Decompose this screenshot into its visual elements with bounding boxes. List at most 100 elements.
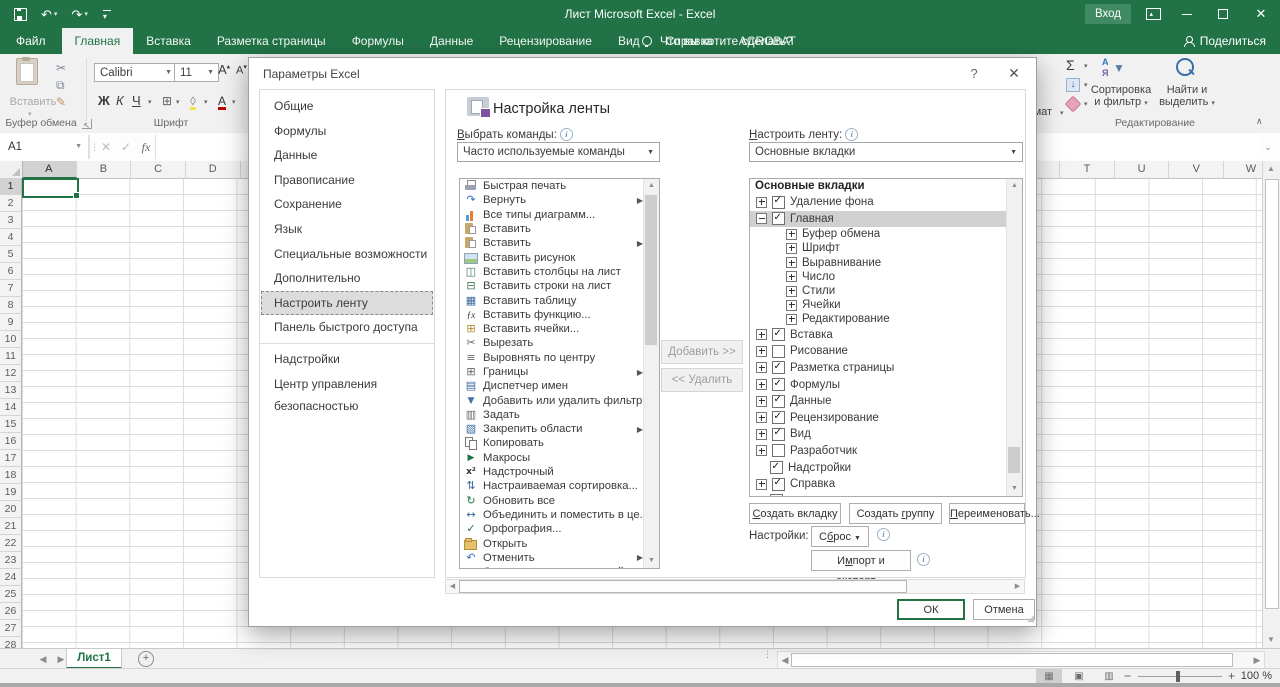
- clear-dropdown-icon[interactable]: ▾: [1084, 100, 1088, 108]
- command-item[interactable]: Задать: [460, 408, 646, 422]
- row-header[interactable]: 18: [0, 467, 22, 484]
- row-header[interactable]: 21: [0, 518, 22, 535]
- column-header[interactable]: A: [22, 161, 77, 178]
- dialog-help-button[interactable]: ?: [963, 63, 985, 85]
- command-item[interactable]: Настраиваемая сортировка...: [460, 479, 646, 493]
- expand-icon[interactable]: [756, 197, 767, 208]
- font-color-dropdown-icon[interactable]: ▾: [232, 98, 236, 106]
- underline-dropdown-icon[interactable]: ▾: [148, 98, 152, 106]
- column-header[interactable]: D: [186, 161, 241, 178]
- command-item[interactable]: Добавить или удалить фильтры: [460, 393, 646, 407]
- tree-item[interactable]: Удаление фона: [750, 194, 1008, 211]
- checkbox[interactable]: [772, 395, 785, 408]
- row-header[interactable]: 19: [0, 484, 22, 501]
- row-header[interactable]: 1: [0, 178, 22, 195]
- row-header[interactable]: 20: [0, 501, 22, 518]
- grow-font-button[interactable]: А▴: [218, 62, 230, 77]
- command-item[interactable]: Закрепить области▶: [460, 422, 646, 436]
- nav-item[interactable]: Надстройки: [261, 347, 433, 372]
- command-item[interactable]: Вставить рисунок: [460, 250, 646, 264]
- expand-icon[interactable]: [756, 429, 767, 440]
- tree-item[interactable]: Рисование: [750, 343, 1008, 360]
- page-layout-view-icon[interactable]: ▣: [1066, 669, 1092, 684]
- insert-function-icon[interactable]: fx: [136, 135, 156, 159]
- expand-icon[interactable]: [756, 362, 767, 373]
- column-header[interactable]: T: [1060, 161, 1115, 178]
- scroll-up-icon[interactable]: ▲: [644, 179, 659, 193]
- command-item[interactable]: Объединить и поместить в це...: [460, 508, 646, 522]
- column-header[interactable]: V: [1169, 161, 1224, 178]
- zoom-slider-track[interactable]: [1138, 676, 1222, 677]
- sort-filter-button[interactable]: Сортировка и фильтр ▾: [1088, 84, 1154, 108]
- command-item[interactable]: Вставить столбцы на лист: [460, 265, 646, 279]
- import-export-button[interactable]: Импорт и экспорт▼: [811, 550, 911, 571]
- row-header[interactable]: 5: [0, 246, 22, 263]
- tree-item[interactable]: Стили: [750, 284, 1008, 298]
- scroll-right-icon[interactable]: ▶: [1011, 580, 1024, 593]
- row-header[interactable]: 13: [0, 382, 22, 399]
- remove-button[interactable]: << Удалить: [661, 368, 743, 392]
- nav-item[interactable]: Формулы: [261, 119, 433, 144]
- autosum-button[interactable]: Σ: [1066, 57, 1075, 73]
- tree-item[interactable]: Редактирование: [750, 312, 1008, 326]
- copy-icon[interactable]: ⧉: [56, 79, 65, 91]
- ok-button[interactable]: ОК: [897, 599, 965, 620]
- tree-item[interactable]: Вставка: [750, 327, 1008, 344]
- column-header[interactable]: B: [77, 161, 132, 178]
- format-painter-icon[interactable]: ✎: [56, 96, 66, 108]
- checkbox[interactable]: [772, 328, 785, 341]
- checkbox[interactable]: [772, 212, 785, 225]
- nav-item[interactable]: Сохранение: [261, 192, 433, 217]
- command-item[interactable]: Вставить ячейки...: [460, 322, 646, 336]
- restore-button[interactable]: [1206, 0, 1240, 28]
- nav-item[interactable]: Панель быстрого доступа: [261, 315, 433, 340]
- row-header[interactable]: 3: [0, 212, 22, 229]
- fill-dropdown-icon[interactable]: ▾: [1084, 81, 1088, 89]
- row-header[interactable]: 4: [0, 229, 22, 246]
- row-header[interactable]: 23: [0, 552, 22, 569]
- row-header[interactable]: 26: [0, 603, 22, 620]
- command-item[interactable]: Надстрочный: [460, 465, 646, 479]
- nav-item[interactable]: Настроить ленту: [261, 291, 433, 316]
- commands-scrollbar[interactable]: ▲ ▼: [643, 179, 659, 568]
- dialog-horizontal-scrollbar[interactable]: ◀ ▶: [445, 579, 1025, 594]
- rename-button[interactable]: Переименовать...: [949, 503, 1025, 524]
- zoom-slider-thumb[interactable]: [1176, 671, 1180, 682]
- add-button[interactable]: Добавить >>: [661, 340, 743, 364]
- tree-item[interactable]: Выравнивание: [750, 256, 1008, 270]
- checkbox[interactable]: [770, 494, 783, 497]
- tab-scrollbar-splitter[interactable]: ⋮: [763, 652, 766, 666]
- command-item[interactable]: Вырезать: [460, 336, 646, 350]
- tell-me-search[interactable]: Что вы хотите сделать?: [642, 28, 793, 54]
- ribbon-tab[interactable]: Главная: [62, 28, 134, 54]
- scroll-down-icon[interactable]: ▼: [644, 554, 659, 568]
- page-break-view-icon[interactable]: ▥: [1096, 669, 1122, 684]
- ribbon-tab[interactable]: Формулы: [339, 28, 417, 54]
- italic-button[interactable]: К: [116, 93, 124, 108]
- fill-color-icon[interactable]: ◊: [190, 95, 196, 110]
- checkbox[interactable]: [772, 361, 785, 374]
- tree-scrollbar[interactable]: ▲ ▼: [1006, 179, 1022, 496]
- find-select-button[interactable]: Найти и выделить ▾: [1156, 84, 1218, 108]
- cut-icon[interactable]: ✂: [56, 62, 66, 74]
- expand-icon[interactable]: [786, 257, 797, 268]
- row-header[interactable]: 28: [0, 637, 22, 648]
- expand-icon[interactable]: [756, 445, 767, 456]
- expand-icon[interactable]: [786, 229, 797, 240]
- row-header[interactable]: 9: [0, 314, 22, 331]
- expand-icon[interactable]: [786, 286, 797, 297]
- nav-item[interactable]: Общие: [261, 94, 433, 119]
- sheet-tab[interactable]: Лист1: [66, 649, 122, 669]
- checkbox[interactable]: [772, 411, 785, 424]
- vertical-scroll-thumb[interactable]: [1265, 179, 1279, 609]
- checkbox[interactable]: [772, 378, 785, 391]
- scroll-right-icon[interactable]: ▶: [1248, 650, 1266, 670]
- expand-icon[interactable]: [786, 314, 797, 325]
- expand-icon[interactable]: [786, 271, 797, 282]
- clear-icon[interactable]: [1065, 96, 1082, 113]
- bold-button[interactable]: Ж: [98, 93, 110, 108]
- minimize-button[interactable]: [1170, 0, 1204, 28]
- row-header[interactable]: 25: [0, 586, 22, 603]
- zoom-level[interactable]: 100 %: [1241, 669, 1272, 684]
- collapse-ribbon-icon[interactable]: ∧: [1256, 116, 1263, 127]
